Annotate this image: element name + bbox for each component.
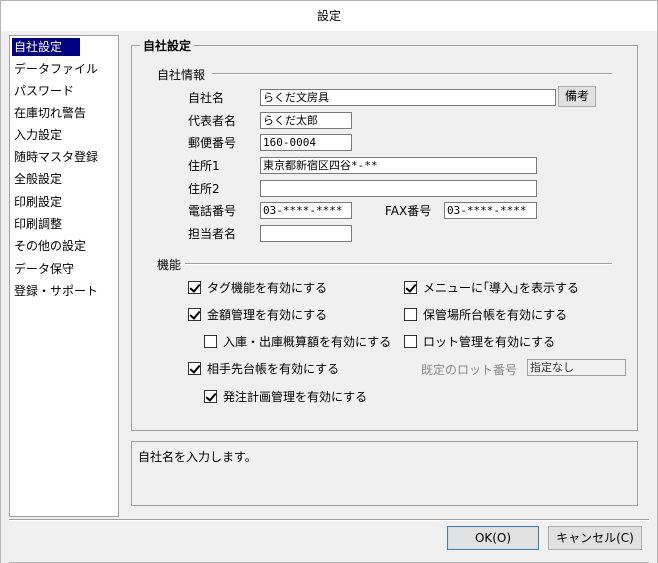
staff-label: 担当者名 <box>188 227 237 241</box>
sidebar-item-data-file[interactable]: データファイル <box>12 60 98 78</box>
partner-ledger-checkbox[interactable]: 相手先台帳を有効にする <box>188 360 339 376</box>
footer-separator <box>9 519 649 521</box>
sidebar-item-print-settings[interactable]: 印刷設定 <box>12 193 62 211</box>
ok-button[interactable]: OK(O) <box>447 526 539 550</box>
window-frame-left <box>1 31 9 563</box>
checkbox-box[interactable] <box>188 280 201 294</box>
company-info-separator <box>212 73 612 75</box>
checkbox-box[interactable] <box>404 280 417 294</box>
sidebar-item-print-adjust[interactable]: 印刷調整 <box>12 215 62 233</box>
sidebar-item-general-settings[interactable]: 全般設定 <box>12 170 62 188</box>
sidebar-item-password[interactable]: パスワード <box>12 82 74 100</box>
notes-button[interactable]: 備考 <box>558 86 596 107</box>
checkbox-box[interactable] <box>188 307 201 321</box>
checkbox-label: タグ機能を有効にする <box>207 280 328 295</box>
sidebar-item-input-settings[interactable]: 入力設定 <box>12 126 62 144</box>
postal-code-label: 郵便番号 <box>188 136 237 150</box>
checkbox-label: 入庫・出庫概算額を有効にする <box>223 334 392 349</box>
address2-field[interactable] <box>260 180 537 197</box>
phone-field[interactable]: 03-****-**** <box>260 202 352 219</box>
default-lot-label: 既定のロット番号 <box>421 363 518 377</box>
sidebar-item-data-maintenance[interactable]: データ保守 <box>12 260 74 278</box>
checkbox-box[interactable] <box>404 307 417 321</box>
company-name-field[interactable]: らくだ文房具 <box>260 89 556 106</box>
representative-label: 代表者名 <box>188 114 237 128</box>
settings-category-list[interactable]: 自社設定 データファイル パスワード 在庫切れ警告 入力設定 随時マスタ登録 全… <box>9 35 119 517</box>
address1-field[interactable]: 東京都新宿区四谷*-** <box>260 157 537 174</box>
staff-field[interactable] <box>260 225 352 242</box>
cancel-button[interactable]: キャンセル(C) <box>548 526 642 550</box>
settings-window: 設定 自社設定 データファイル パスワード 在庫切れ警告 入力設定 随時マスタ登… <box>0 0 658 563</box>
tag-feature-checkbox[interactable]: タグ機能を有効にする <box>188 279 327 295</box>
company-info-section-label: 自社情報 <box>157 68 206 82</box>
sidebar-item-other-settings[interactable]: その他の設定 <box>12 237 86 255</box>
features-section-label: 機能 <box>157 258 182 272</box>
checkbox-label: 発注計画管理を有効にする <box>223 389 368 404</box>
menu-import-checkbox[interactable]: メニューに｢導入｣を表示する <box>404 279 579 295</box>
checkbox-label: メニューに｢導入｣を表示する <box>423 280 580 295</box>
sidebar-item-company-settings[interactable]: 自社設定 <box>12 38 80 56</box>
fax-label: FAX番号 <box>385 204 432 218</box>
storage-ledger-checkbox[interactable]: 保管場所台帳を有効にする <box>404 306 567 322</box>
window-frame-right <box>649 31 657 563</box>
checkbox-box[interactable] <box>204 389 217 403</box>
address1-label: 住所1 <box>188 159 220 173</box>
io-estimate-checkbox[interactable]: 入庫・出庫概算額を有効にする <box>204 333 391 349</box>
company-name-label: 自社名 <box>188 91 225 105</box>
default-lot-field: 指定なし <box>527 359 626 376</box>
checkbox-label: ロット管理を有効にする <box>423 334 556 349</box>
ok-button-label: OK(O) <box>474 531 512 545</box>
cancel-button-label: キャンセル(C) <box>556 531 634 545</box>
checkbox-box[interactable] <box>188 361 201 375</box>
checkbox-label: 保管場所台帳を有効にする <box>423 307 568 322</box>
window-title: 設定 <box>1 1 657 31</box>
amount-mgmt-checkbox[interactable]: 金額管理を有効にする <box>188 306 327 322</box>
representative-field[interactable]: らくだ太郎 <box>260 112 352 129</box>
sidebar-item-stockout-warning[interactable]: 在庫切れ警告 <box>12 104 86 122</box>
phone-label: 電話番号 <box>188 204 237 218</box>
checkbox-label: 金額管理を有効にする <box>207 307 328 322</box>
lot-mgmt-checkbox[interactable]: ロット管理を有効にする <box>404 333 555 349</box>
checkbox-box[interactable] <box>404 334 417 348</box>
help-panel: 自社名を入力します。 <box>131 441 638 506</box>
sidebar-item-registration-support[interactable]: 登録・サポート <box>12 282 98 300</box>
fax-field[interactable]: 03-****-**** <box>444 202 537 219</box>
help-text: 自社名を入力します。 <box>138 450 257 464</box>
address2-label: 住所2 <box>188 182 220 196</box>
sidebar-item-master-registration[interactable]: 随時マスタ登録 <box>12 148 98 166</box>
postal-code-field[interactable]: 160-0004 <box>260 134 352 151</box>
checkbox-box[interactable] <box>204 334 217 348</box>
features-separator <box>185 263 612 265</box>
order-plan-checkbox[interactable]: 発注計画管理を有効にする <box>204 388 367 404</box>
group-title: 自社設定 <box>140 37 195 54</box>
checkbox-label: 相手先台帳を有効にする <box>207 361 340 376</box>
